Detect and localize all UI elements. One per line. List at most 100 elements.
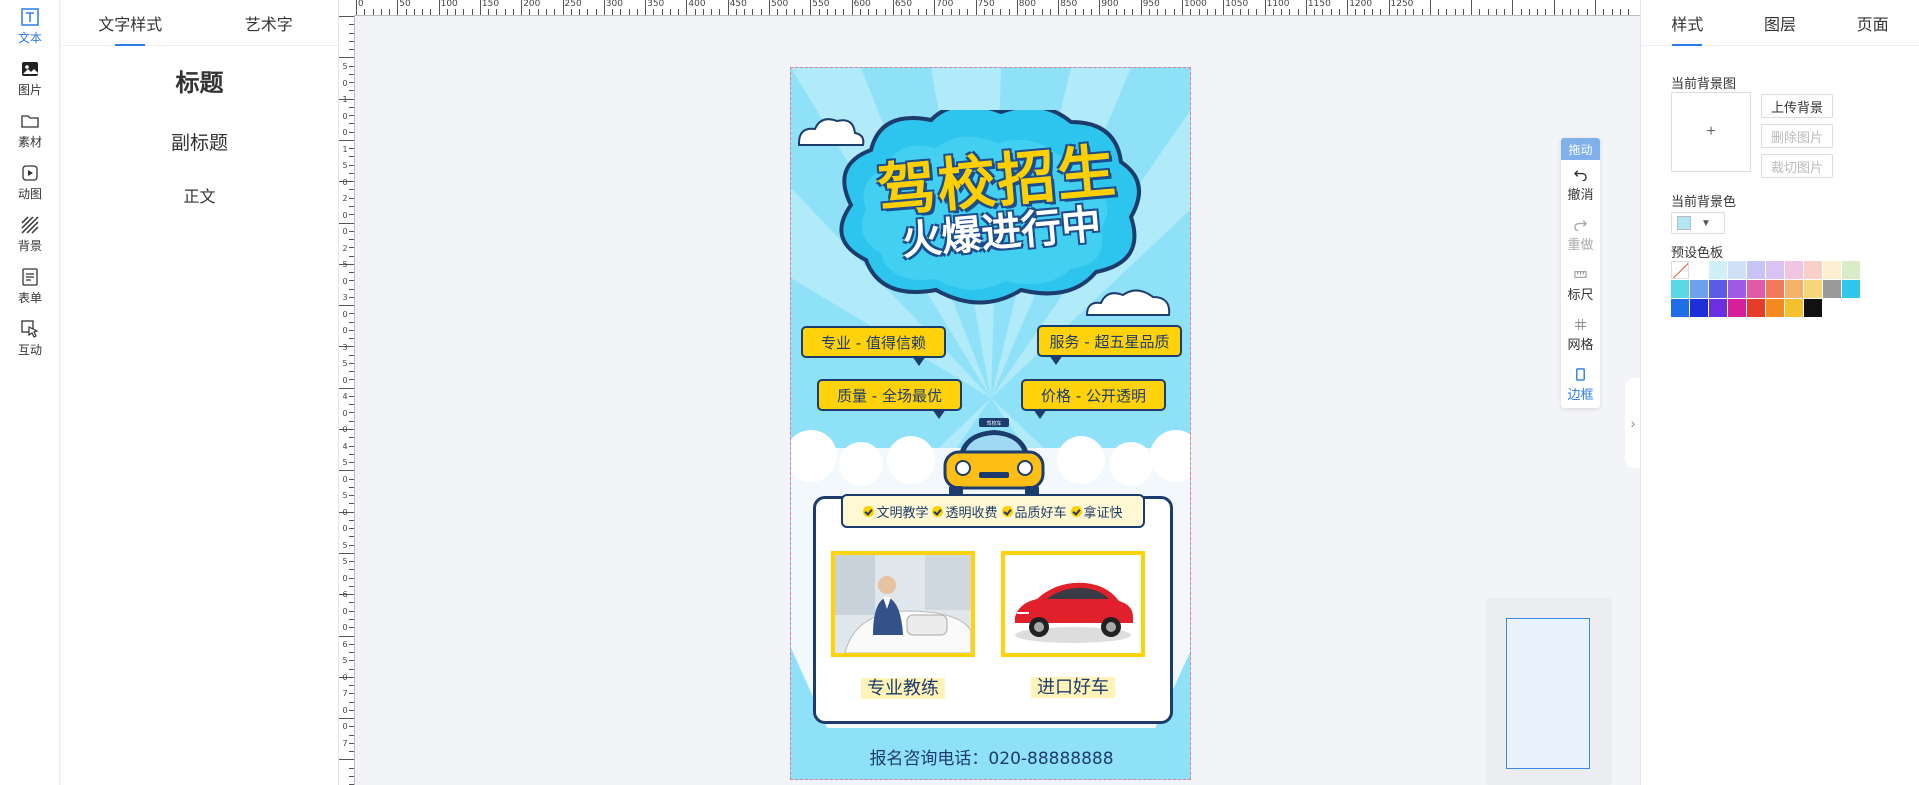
color-swatch[interactable] bbox=[1766, 280, 1784, 298]
speech-bubble[interactable]: 专业 - 值得信赖 bbox=[801, 326, 946, 366]
vertical-ruler[interactable]: 5 0 1 0 0 1 5 0 2 0 0 2 5 0 3 0 0 3 5 0 4 0 0 4 5 0 5 0 0 5 5 0 6 0 0 6 5 0 7 0… bbox=[339, 0, 355, 785]
tab-page[interactable]: 页面 bbox=[1826, 0, 1919, 45]
rail-item-image[interactable]: 图片 bbox=[0, 52, 60, 104]
rail-item-form[interactable]: 表单 bbox=[0, 260, 60, 312]
color-swatch[interactable] bbox=[1690, 299, 1708, 317]
color-swatch[interactable] bbox=[1690, 280, 1708, 298]
no-color-swatch[interactable] bbox=[1671, 261, 1689, 279]
ruler-tick bbox=[349, 478, 354, 480]
tab-art-text[interactable]: 艺术字 bbox=[200, 0, 339, 45]
minimap[interactable] bbox=[1486, 598, 1612, 785]
check-icon bbox=[932, 505, 944, 517]
contact-phone[interactable]: 报名咨询电话：020-88888888 bbox=[791, 744, 1190, 769]
speech-bubble[interactable]: 价格 - 公开透明 bbox=[1021, 379, 1166, 419]
grid-toggle-button[interactable]: 网格 bbox=[1561, 310, 1600, 360]
tab-style[interactable]: 样式 bbox=[1641, 0, 1734, 46]
horizontal-ruler[interactable]: 0 50 100 150 200 250 300 350 400 450 500 550 600 650 7… bbox=[354, 0, 1640, 16]
ruler-label: 0 bbox=[342, 425, 348, 434]
color-swatch[interactable] bbox=[1728, 261, 1746, 279]
color-swatch[interactable] bbox=[1766, 299, 1784, 317]
color-swatch[interactable] bbox=[1671, 280, 1689, 298]
ruler-tick bbox=[1330, 9, 1332, 15]
ruler-tick bbox=[349, 602, 354, 604]
undo-button[interactable]: 撤消 bbox=[1561, 160, 1600, 210]
ruler-tick bbox=[645, 0, 647, 15]
rail-item-text[interactable]: 文本 bbox=[0, 0, 60, 52]
ruler-label: 4 bbox=[342, 392, 348, 401]
ruler-tick bbox=[1355, 9, 1357, 15]
ruler-toggle-button[interactable]: 标尺 bbox=[1561, 260, 1600, 310]
collapse-panel-handle[interactable]: › bbox=[1625, 378, 1641, 468]
bg-image-placeholder[interactable]: + bbox=[1671, 92, 1751, 172]
color-swatch[interactable] bbox=[1671, 299, 1689, 317]
color-swatch[interactable] bbox=[1785, 280, 1803, 298]
color-swatch[interactable] bbox=[1747, 280, 1765, 298]
ruler-tick bbox=[349, 693, 354, 695]
color-swatch[interactable] bbox=[1804, 280, 1822, 298]
color-swatch[interactable] bbox=[1804, 299, 1822, 317]
ruler-label: 500 bbox=[771, 0, 789, 9]
photo-caption[interactable]: 专业教练 bbox=[831, 674, 975, 700]
preset-subtitle[interactable]: 副标题 bbox=[61, 124, 338, 164]
color-swatch[interactable] bbox=[1728, 299, 1746, 317]
crop-image-button[interactable]: 裁切图片 bbox=[1761, 154, 1833, 178]
ruler-label: 7 bbox=[342, 738, 348, 748]
color-swatch[interactable] bbox=[1747, 299, 1765, 317]
ruler-label: 850 bbox=[1060, 0, 1078, 9]
color-swatch[interactable] bbox=[1804, 261, 1822, 279]
color-swatch[interactable] bbox=[1842, 261, 1860, 279]
ruler-tick bbox=[349, 354, 354, 356]
taxi-car-illustration[interactable]: 驾校车 bbox=[939, 416, 1049, 498]
color-swatch[interactable] bbox=[1785, 261, 1803, 279]
rail-item-animation[interactable]: 动图 bbox=[0, 156, 60, 208]
color-swatch[interactable] bbox=[1709, 261, 1727, 279]
color-swatch[interactable] bbox=[1728, 280, 1746, 298]
color-swatch[interactable] bbox=[1690, 261, 1708, 279]
color-swatch[interactable] bbox=[1709, 280, 1727, 298]
tab-layers[interactable]: 图层 bbox=[1734, 0, 1827, 45]
ruler-label: 5 bbox=[342, 62, 348, 71]
ruler-tick bbox=[1248, 9, 1250, 15]
color-swatch[interactable] bbox=[1785, 299, 1803, 317]
border-toggle-button[interactable]: 边框 bbox=[1561, 360, 1600, 410]
instructor-photo[interactable] bbox=[831, 551, 975, 657]
color-swatch[interactable] bbox=[1842, 280, 1860, 298]
delete-image-button[interactable]: 删除图片 bbox=[1761, 124, 1833, 148]
poster-canvas[interactable]: 驾校招生 火爆进行中 专业 - 值得信赖 服务 - 超五星品质 质量 - 全场最… bbox=[790, 67, 1191, 780]
ruler-label: 650 bbox=[894, 0, 913, 9]
rail-item-interactive[interactable]: 互动 bbox=[0, 312, 60, 364]
rail-item-label: 动图 bbox=[17, 186, 42, 201]
car-photo[interactable] bbox=[1001, 551, 1145, 657]
ruler-label: 0 bbox=[342, 474, 348, 484]
speech-bubble[interactable]: 质量 - 全场最优 bbox=[817, 379, 962, 419]
preset-body[interactable]: 正文 bbox=[61, 182, 338, 214]
tab-text-style[interactable]: 文字样式 bbox=[61, 0, 200, 46]
preset-title[interactable]: 标题 bbox=[61, 64, 338, 104]
ruler-tick bbox=[380, 9, 382, 15]
current-color-swatch bbox=[1677, 216, 1691, 230]
color-swatch[interactable] bbox=[1823, 261, 1841, 279]
toolbar-drag-handle[interactable]: 拖动 bbox=[1561, 138, 1600, 160]
minimap-viewport[interactable] bbox=[1506, 618, 1590, 769]
color-swatch[interactable] bbox=[1709, 299, 1727, 317]
ruler-label: 0 bbox=[342, 705, 348, 715]
ruler-tick bbox=[719, 9, 721, 15]
redo-button[interactable]: 重做 bbox=[1561, 210, 1600, 260]
color-swatch[interactable] bbox=[1766, 261, 1784, 279]
ruler-tick bbox=[1578, 9, 1580, 15]
ruler-label: 1 bbox=[342, 144, 348, 154]
speech-bubble[interactable]: 服务 - 超五星品质 bbox=[1037, 325, 1182, 365]
ruler-tick bbox=[603, 0, 605, 15]
bg-color-picker[interactable]: ▼ bbox=[1671, 212, 1725, 234]
color-swatch[interactable] bbox=[1823, 280, 1841, 298]
ruler-tick bbox=[810, 0, 812, 15]
rail-item-assets[interactable]: 素材 bbox=[0, 104, 60, 156]
color-swatch[interactable] bbox=[1747, 261, 1765, 279]
ruler-tick bbox=[349, 214, 354, 216]
feature-strip[interactable]: 文明教学 透明收费 品质好车 拿证快 bbox=[841, 494, 1145, 528]
photo-caption[interactable]: 进口好车 bbox=[1001, 673, 1145, 699]
ruler-tick bbox=[1025, 9, 1027, 15]
rail-item-background[interactable]: 背景 bbox=[0, 208, 60, 260]
upload-bg-button[interactable]: 上传背景 bbox=[1761, 94, 1833, 118]
ruler-tick bbox=[1586, 9, 1588, 15]
